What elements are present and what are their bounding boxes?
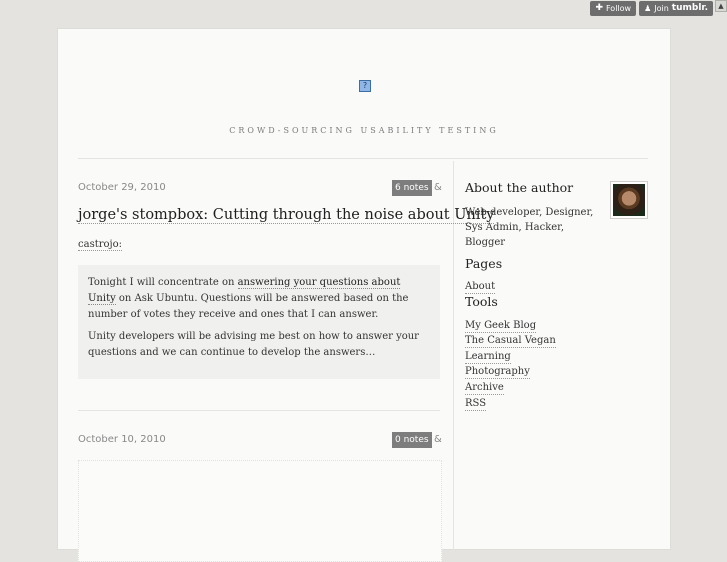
quote-text: Tonight I will concentrate on: [88, 277, 238, 288]
tools-heading: Tools: [465, 294, 498, 309]
tool-link-learning[interactable]: Learning: [465, 350, 511, 364]
reblog-link[interactable]: &: [434, 434, 442, 445]
follow-label: Follow: [605, 4, 632, 13]
tool-link-rss[interactable]: RSS: [465, 397, 487, 411]
blog-tagline: CROWD-SOURCING USABILITY TESTING: [229, 126, 499, 135]
post-title[interactable]: jorge's stompbox: Cutting through the no…: [78, 207, 495, 224]
broken-image-icon[interactable]: ?: [359, 80, 371, 92]
user-icon: ♟: [644, 4, 652, 13]
notes-count[interactable]: 6 notes: [392, 180, 432, 196]
page-link-about[interactable]: About: [465, 280, 496, 294]
avatar-photo: [613, 184, 645, 216]
scrollbar-up-arrow[interactable]: ▲: [715, 0, 727, 12]
about-heading: About the author: [465, 180, 574, 195]
quote-text: on Ask Ubuntu. Questions will be answere…: [88, 293, 409, 320]
author-avatar[interactable]: [610, 181, 648, 219]
join-tumblr-button[interactable]: ♟ Join tumblr.: [639, 1, 713, 16]
blog-page: ? CROWD-SOURCING USABILITY TESTING Octob…: [57, 28, 671, 562]
header-divider: [78, 158, 648, 159]
post-source-link[interactable]: castrojo:: [78, 239, 123, 251]
post-date[interactable]: October 29, 2010: [78, 182, 166, 193]
quote-text: Unity developers will be advising me bes…: [88, 331, 419, 358]
tumblr-controls: ✚ Follow ♟ Join tumblr.: [590, 1, 713, 16]
post-content: [78, 460, 442, 562]
plus-icon: ✚: [595, 3, 603, 13]
tool-link-casual-vegan[interactable]: The Casual Vegan: [465, 334, 556, 348]
tool-link-archive[interactable]: Archive: [465, 381, 504, 395]
reblog-link[interactable]: &: [434, 182, 442, 193]
about-text: Web developer, Designer, Sys Admin, Hack…: [465, 207, 594, 248]
post-date[interactable]: October 10, 2010: [78, 434, 166, 445]
tumblr-logo: tumblr.: [671, 3, 708, 13]
follow-button[interactable]: ✚ Follow: [590, 1, 637, 16]
join-label: Join: [654, 4, 669, 13]
pages-heading: Pages: [465, 256, 503, 271]
tool-link-my-geek-blog[interactable]: My Geek Blog: [465, 319, 537, 333]
post-quote: Tonight I will concentrate on answering …: [78, 265, 440, 379]
notes-count[interactable]: 0 notes: [392, 432, 432, 448]
tool-link-photography[interactable]: Photography: [465, 365, 530, 379]
post-divider: [78, 410, 440, 411]
